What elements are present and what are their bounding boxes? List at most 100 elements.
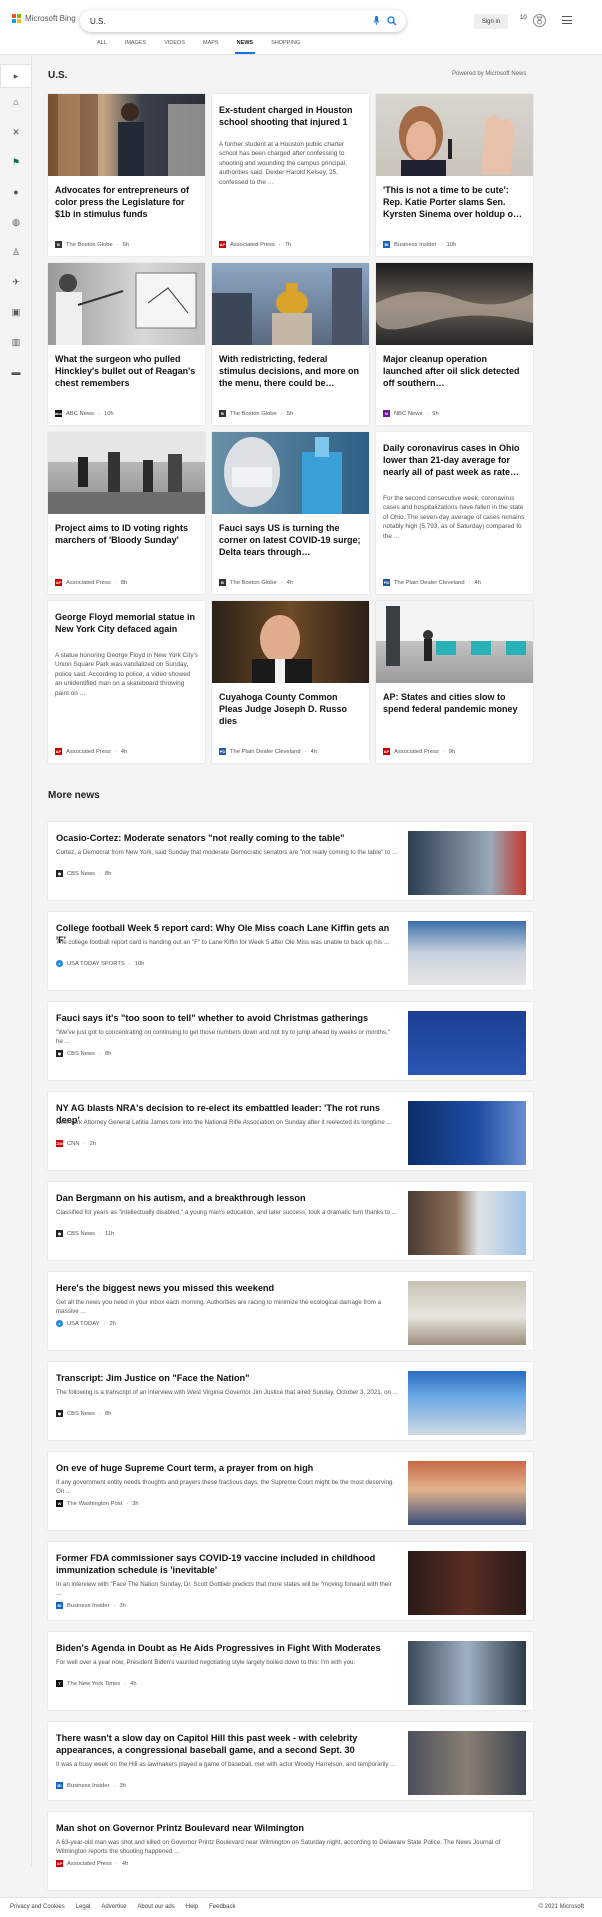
item-thumbnail[interactable] [408,1641,526,1705]
more-news-item[interactable]: Former FDA commissioner says COVID-19 va… [48,1542,533,1620]
location-pin-icon[interactable]: ● [10,186,22,198]
hamburger-menu-icon[interactable] [562,16,572,24]
news-card[interactable]: Project aims to ID voting rights marcher… [48,432,205,594]
item-summary: "We've just got to concentrating on cont… [56,1029,390,1045]
card-title[interactable]: What the surgeon who pulled Hinckley's b… [55,353,198,389]
more-news-item[interactable]: Transcript: Jim Justice on "Face the Nat… [48,1362,533,1440]
more-news-item[interactable]: Fauci says it's "too soon to tell" wheth… [48,1002,533,1080]
tab-images[interactable]: IMAGES [116,40,155,50]
card-title[interactable]: Advocates for entrepreneurs of color pre… [55,184,198,220]
footer-link-privacy[interactable]: Privacy and Cookies [10,1904,65,1910]
card-title[interactable]: Major cleanup operation launched after o… [383,353,526,389]
item-thumbnail[interactable] [408,1551,526,1615]
item-title[interactable]: Transcript: Jim Justice on "Face the Nat… [56,1372,398,1384]
science-icon[interactable]: ✈ [10,276,22,288]
footer: Privacy and Cookies Legal Advertise Abou… [0,1897,602,1917]
more-news-item[interactable]: Ocasio-Cortez: Moderate senators "not re… [48,822,533,900]
item-thumbnail[interactable] [408,1371,526,1435]
item-thumbnail[interactable] [408,1011,526,1075]
item-thumbnail[interactable] [408,921,526,985]
item-thumbnail[interactable] [408,1461,526,1525]
tab-maps[interactable]: MAPS [194,40,228,50]
source-logo-icon: ◉ [56,1230,63,1237]
top-stories-icon[interactable]: ✕ [10,126,22,138]
item-title[interactable]: Here's the biggest news you missed this … [56,1282,398,1294]
source-name: USA TODAY [67,1320,100,1327]
news-card[interactable]: Cuyahoga County Common Pleas Judge Josep… [212,601,369,763]
item-title[interactable]: Dan Bergmann on his autism, and a breakt… [56,1192,398,1204]
politics-icon[interactable]: ♙ [10,246,22,258]
search-icon[interactable] [386,15,398,27]
footer-link-feedback[interactable]: Feedback [209,1904,235,1910]
card-title[interactable]: George Floyd memorial statue in New York… [55,611,198,635]
technology-icon[interactable]: ▬ [10,366,22,378]
card-title[interactable]: With redistricting, federal stimulus dec… [219,353,362,389]
tab-videos[interactable]: VIDEOS [155,40,194,50]
microphone-icon[interactable] [370,15,382,27]
item-title[interactable]: Ocasio-Cortez: Moderate senators "not re… [56,832,398,844]
card-title[interactable]: AP: States and cities slow to spend fede… [383,691,526,715]
rewards-count[interactable]: 10 [520,15,527,21]
item-title[interactable]: On eve of huge Supreme Court term, a pra… [56,1462,398,1474]
news-card[interactable]: Ex-student charged in Houston school sho… [212,94,369,256]
footer-link-legal[interactable]: Legal [76,1904,91,1910]
news-card[interactable]: Major cleanup operation launched after o… [376,263,533,425]
item-thumbnail[interactable] [408,1101,526,1165]
item-title[interactable]: Fauci says it's "too soon to tell" wheth… [56,1012,398,1024]
globe-icon[interactable]: ◍ [10,216,22,228]
expand-rail-icon[interactable]: ▸ [0,64,32,88]
item-thumbnail[interactable] [408,1731,526,1795]
news-card[interactable]: Fauci says US is turning the corner on l… [212,432,369,594]
sign-in-button[interactable]: Sign in [474,14,508,29]
footer-link-about-ads[interactable]: About our ads [137,1904,174,1910]
bing-logo[interactable]: Microsoft Bing [12,14,76,23]
news-card[interactable]: What the surgeon who pulled Hinckley's b… [48,263,205,425]
card-title[interactable]: 'This is not a time to be cute': Rep. Ka… [383,184,526,220]
more-news-item[interactable]: Here's the biggest news you missed this … [48,1272,533,1350]
item-thumbnail[interactable] [408,1191,526,1255]
more-news-item[interactable]: NY AG blasts NRA's decision to re-elect … [48,1092,533,1170]
search-input[interactable]: U.S. [90,17,370,26]
more-news-item[interactable]: There wasn't a slow day on Capitol Hill … [48,1722,533,1800]
more-news-item[interactable]: Man shot on Governor Printz Boulevard ne… [48,1812,533,1890]
rewards-medal-icon[interactable] [533,14,546,27]
item-thumbnail[interactable] [408,831,526,895]
business-icon[interactable]: ▥ [10,336,22,348]
more-news-item[interactable]: On eve of huge Supreme Court term, a pra… [48,1452,533,1530]
item-title[interactable]: Man shot on Governor Printz Boulevard ne… [56,1822,526,1834]
search-box[interactable]: U.S. [80,10,406,32]
card-title[interactable]: Fauci says US is turning the corner on l… [219,522,362,558]
entertainment-icon[interactable]: ▣ [10,306,22,318]
more-news-item[interactable]: Dan Bergmann on his autism, and a breakt… [48,1182,533,1260]
item-title[interactable]: There wasn't a slow day on Capitol Hill … [56,1732,398,1756]
tab-shopping[interactable]: SHOPPING [262,40,309,50]
news-card[interactable]: With redistricting, federal stimulus dec… [212,263,369,425]
news-card[interactable]: George Floyd memorial statue in New York… [48,601,205,763]
home-icon[interactable]: ⌂ [10,96,22,108]
item-summary: The following is a transcript of an inte… [56,1389,398,1396]
card-title[interactable]: Ex-student charged in Houston school sho… [219,104,362,128]
source-logo-icon: AP [55,748,62,755]
news-card[interactable]: 'This is not a time to be cute': Rep. Ka… [376,94,533,256]
source-name: Associated Press [230,241,275,248]
more-news-item[interactable]: College football Week 5 report card: Why… [48,912,533,990]
news-card[interactable]: Advocates for entrepreneurs of color pre… [48,94,205,256]
card-title[interactable]: Project aims to ID voting rights marcher… [55,522,198,546]
card-title[interactable]: Daily coronavirus cases in Ohio lower th… [383,442,526,478]
item-title[interactable]: Former FDA commissioner says COVID-19 va… [56,1552,398,1576]
more-news-item[interactable]: Biden's Agenda in Doubt as He Aids Progr… [48,1632,533,1710]
search-tabs: ALL IMAGES VIDEOS MAPS NEWS SHOPPING [88,40,309,54]
tab-news[interactable]: NEWS [228,40,263,54]
item-thumbnail[interactable] [408,1281,526,1345]
news-card[interactable]: Daily coronavirus cases in Ohio lower th… [376,432,533,594]
time-ago: 9h [432,410,439,417]
time-ago: 2h [89,1140,96,1147]
footer-link-help[interactable]: Help [186,1904,198,1910]
tab-all[interactable]: ALL [88,40,116,50]
card-title[interactable]: Cuyahoga County Common Pleas Judge Josep… [219,691,362,727]
us-flag-icon[interactable]: ⚑ [10,156,22,168]
source-name: The Washington Post [67,1500,123,1507]
item-title[interactable]: Biden's Agenda in Doubt as He Aids Progr… [56,1642,398,1654]
footer-link-advertise[interactable]: Advertise [101,1904,126,1910]
news-card[interactable]: AP: States and cities slow to spend fede… [376,601,533,763]
